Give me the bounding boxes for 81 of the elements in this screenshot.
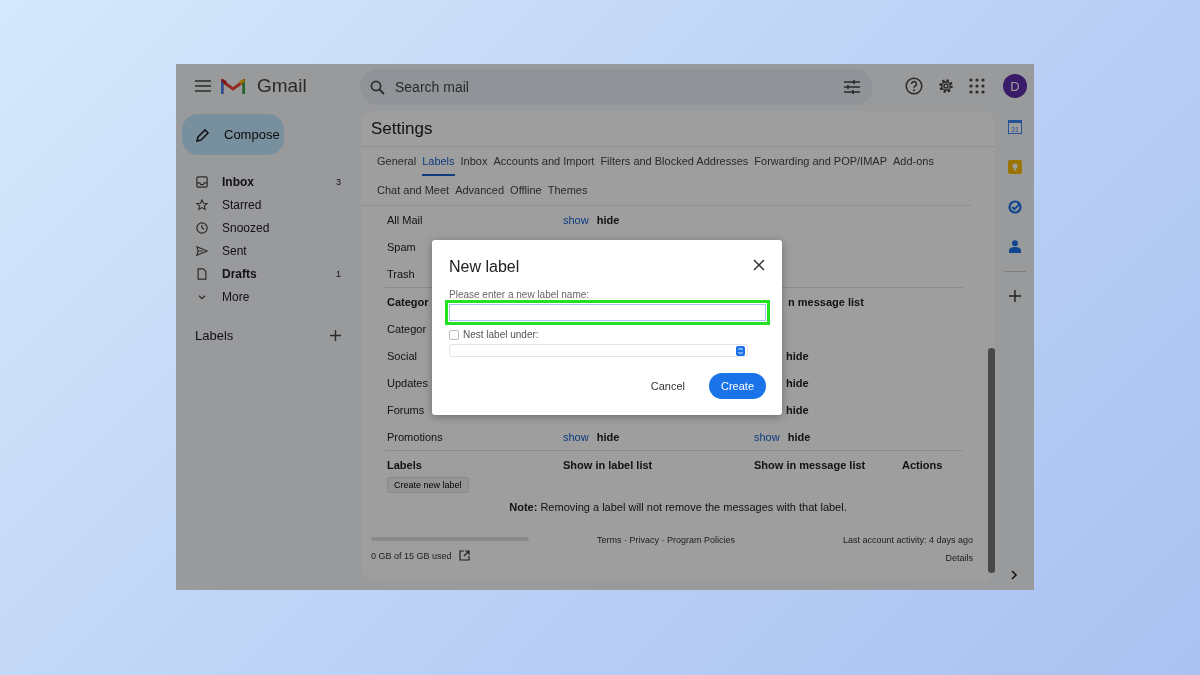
nest-label: Nest label under: <box>463 329 539 340</box>
send-icon <box>196 244 208 257</box>
settings-tab[interactable]: Add-ons <box>893 147 934 176</box>
column-header: n message list <box>788 295 864 308</box>
hide-option: hide <box>596 430 620 443</box>
document-icon <box>196 267 208 280</box>
storage-text: 0 GB of 15 GB used <box>371 550 452 561</box>
footer-links[interactable]: Terms · Privacy · Program Policies <box>596 535 735 545</box>
sidebar-item[interactable]: Sent <box>176 239 361 262</box>
label-name: Forums <box>387 403 425 416</box>
dropdown-stepper-icon <box>736 345 745 356</box>
sidebar-item[interactable]: Starred <box>176 193 361 216</box>
sidebar-item[interactable]: More <box>176 285 361 308</box>
settings-tab[interactable]: Accounts and Import <box>493 147 595 176</box>
column-header: Actions <box>902 458 943 471</box>
hide-option: hide <box>787 430 811 443</box>
column-header: Show in message list <box>754 458 866 471</box>
label-name: Categor <box>387 322 427 335</box>
label-name: Trash <box>387 267 415 280</box>
pencil-icon <box>196 127 210 142</box>
create-button[interactable]: Create <box>709 373 766 399</box>
settings-tab[interactable]: Themes <box>547 176 588 205</box>
labels-heading: Labels <box>195 328 234 343</box>
show-link[interactable]: show <box>563 213 589 226</box>
column-header: Categor <box>387 295 429 308</box>
account-avatar[interactable]: D <box>1003 74 1027 98</box>
label-name: Spam <box>387 240 416 253</box>
app-name: Gmail <box>257 75 307 97</box>
cancel-button[interactable]: Cancel <box>644 373 691 399</box>
label-name: All Mail <box>387 213 423 226</box>
create-label-button[interactable]: Create new label <box>387 477 469 493</box>
settings-icon[interactable] <box>937 77 955 95</box>
help-icon[interactable] <box>905 77 923 95</box>
search-bar[interactable]: Search mail <box>360 69 873 105</box>
plus-icon[interactable] <box>1008 290 1021 302</box>
check-circle-icon[interactable] <box>1007 200 1022 214</box>
column-header: Labels <box>387 458 422 471</box>
search-icon <box>370 79 385 95</box>
apps-grid-icon[interactable] <box>969 78 985 94</box>
details-link[interactable]: Details <box>945 553 973 563</box>
show-link[interactable]: show <box>754 430 780 443</box>
nest-checkbox[interactable] <box>449 329 459 340</box>
hide-option: hide <box>786 349 809 362</box>
menu-icon[interactable] <box>195 80 211 92</box>
hide-option: hide <box>786 376 809 389</box>
settings-tab[interactable]: Forwarding and POP/IMAP <box>754 147 887 176</box>
sidebar-item[interactable]: Inbox 3 <box>176 170 361 193</box>
field-label: Please enter a new label name: <box>449 289 591 300</box>
label-name: Updates <box>387 376 428 389</box>
settings-tab[interactable]: Advanced <box>455 176 505 205</box>
hide-option: hide <box>786 403 809 416</box>
sidebar-item[interactable]: Snoozed <box>176 216 361 239</box>
label-name: Promotions <box>387 430 443 443</box>
settings-tab[interactable]: Offline <box>510 176 542 205</box>
filter-sliders-icon[interactable] <box>844 80 860 94</box>
dialog-title: New label <box>449 258 520 276</box>
clock-icon <box>196 221 208 234</box>
settings-tab[interactable]: Labels <box>422 147 455 176</box>
settings-tab[interactable]: General <box>377 147 417 176</box>
hide-option: hide <box>596 213 620 226</box>
search-field[interactable]: Search mail <box>393 78 836 96</box>
label-name: Social <box>387 349 417 362</box>
scrollbar[interactable] <box>988 348 995 573</box>
activity-text: Last account activity: 4 days ago <box>842 535 973 545</box>
external-link-icon[interactable] <box>458 550 470 561</box>
star-icon <box>196 198 208 211</box>
sidebar-item[interactable]: Drafts 1 <box>176 262 361 285</box>
column-header: Show in label list <box>563 458 653 471</box>
compose-button[interactable]: Compose <box>182 114 284 155</box>
settings-tab[interactable]: Filters and Blocked Addresses <box>600 147 749 176</box>
mail-logo-icon <box>221 77 245 95</box>
person-icon[interactable] <box>1008 240 1021 253</box>
settings-tab[interactable]: Chat and Meet <box>377 176 450 205</box>
inbox-tray-icon <box>196 175 208 188</box>
note-text: Note: Removing a label will not remove the messages with that label. <box>508 501 848 513</box>
chevron-right-icon[interactable] <box>1011 570 1018 580</box>
plus-icon[interactable] <box>330 330 341 341</box>
show-link[interactable]: show <box>563 430 589 443</box>
settings-title: Settings <box>361 111 995 147</box>
close-icon[interactable] <box>753 259 765 271</box>
settings-tab[interactable]: Inbox <box>460 147 488 176</box>
